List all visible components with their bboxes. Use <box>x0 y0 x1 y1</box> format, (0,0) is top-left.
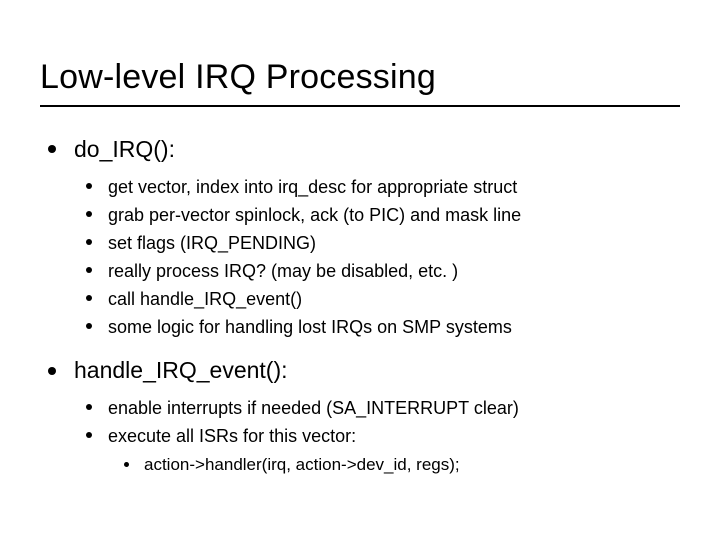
title-underline <box>40 105 680 107</box>
list-item: some logic for handling lost IRQs on SMP… <box>84 314 680 340</box>
bullet-list-level2: get vector, index into irq_desc for appr… <box>84 174 680 341</box>
list-item: handle_IRQ_event(): enable interrupts if… <box>46 356 680 478</box>
list-item: grab per-vector spinlock, ack (to PIC) a… <box>84 202 680 228</box>
list-item: enable interrupts if needed (SA_INTERRUP… <box>84 395 680 421</box>
bullet-list-level3: action->handler(irq, action->dev_id, reg… <box>122 453 680 478</box>
list-item: do_IRQ(): get vector, index into irq_des… <box>46 135 680 340</box>
bullet-list-level2: enable interrupts if needed (SA_INTERRUP… <box>84 395 680 478</box>
list-item: get vector, index into irq_desc for appr… <box>84 174 680 200</box>
section-heading: handle_IRQ_event(): <box>74 357 288 383</box>
list-item: really process IRQ? (may be disabled, et… <box>84 258 680 284</box>
section-heading: do_IRQ(): <box>74 136 175 162</box>
list-item: set flags (IRQ_PENDING) <box>84 230 680 256</box>
list-item: execute all ISRs for this vector: action… <box>84 423 680 478</box>
slide: Low-level IRQ Processing do_IRQ(): get v… <box>0 0 720 540</box>
list-item: action->handler(irq, action->dev_id, reg… <box>122 453 680 478</box>
slide-title: Low-level IRQ Processing <box>40 58 680 97</box>
bullet-list-level1: do_IRQ(): get vector, index into irq_des… <box>46 135 680 478</box>
list-item: call handle_IRQ_event() <box>84 286 680 312</box>
list-item-text: execute all ISRs for this vector: <box>108 426 356 446</box>
